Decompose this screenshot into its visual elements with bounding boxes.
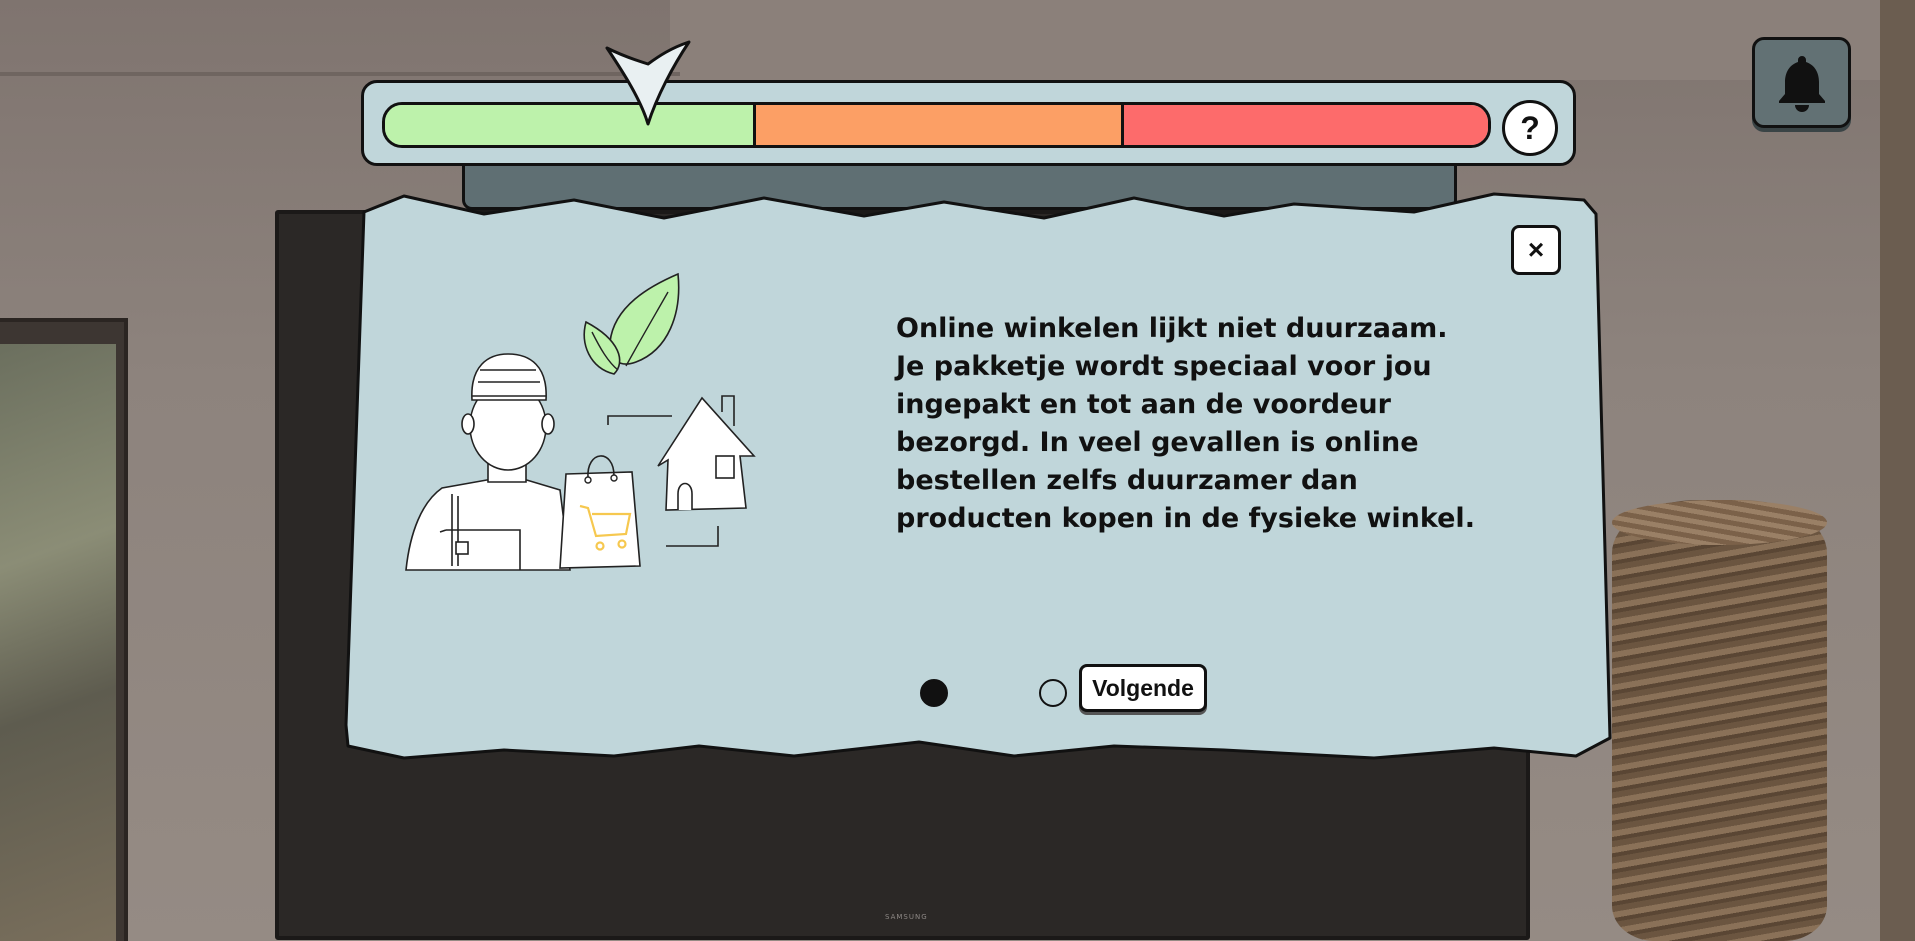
delivery-worker-icon (405, 353, 571, 571)
wall-painting (0, 344, 116, 941)
wall-trim (0, 72, 680, 76)
meter-segment-orange (753, 105, 1121, 145)
bell-icon (1778, 55, 1825, 112)
wall-edge (1880, 0, 1915, 941)
meter-track (382, 102, 1491, 148)
dialog-message: Online winkelen lijkt niet duurzaam. Je … (896, 313, 1475, 534)
meter-segment-green (385, 105, 754, 145)
close-button[interactable]: × (1511, 225, 1561, 275)
wall-panel (670, 0, 1915, 80)
shopping-bag-icon (559, 455, 641, 569)
tv-brand-logo: SAMSUNG (885, 913, 928, 921)
house-icon (657, 395, 756, 511)
pagination-dot-2[interactable] (1039, 679, 1067, 707)
pagination-dot-1[interactable] (920, 679, 948, 707)
meter-segment-red (1120, 105, 1488, 145)
notification-bell-button[interactable] (1752, 37, 1851, 128)
wall-picture-frame (0, 318, 128, 941)
meter-pointer-icon (605, 40, 691, 126)
leaf-icon (583, 272, 680, 375)
next-button[interactable]: Volgende (1079, 664, 1207, 712)
help-button[interactable]: ? (1502, 100, 1558, 156)
wicker-vase (1612, 500, 1827, 941)
online-shopping-illustration (405, 272, 756, 571)
wicker-vase-rim (1612, 500, 1827, 545)
